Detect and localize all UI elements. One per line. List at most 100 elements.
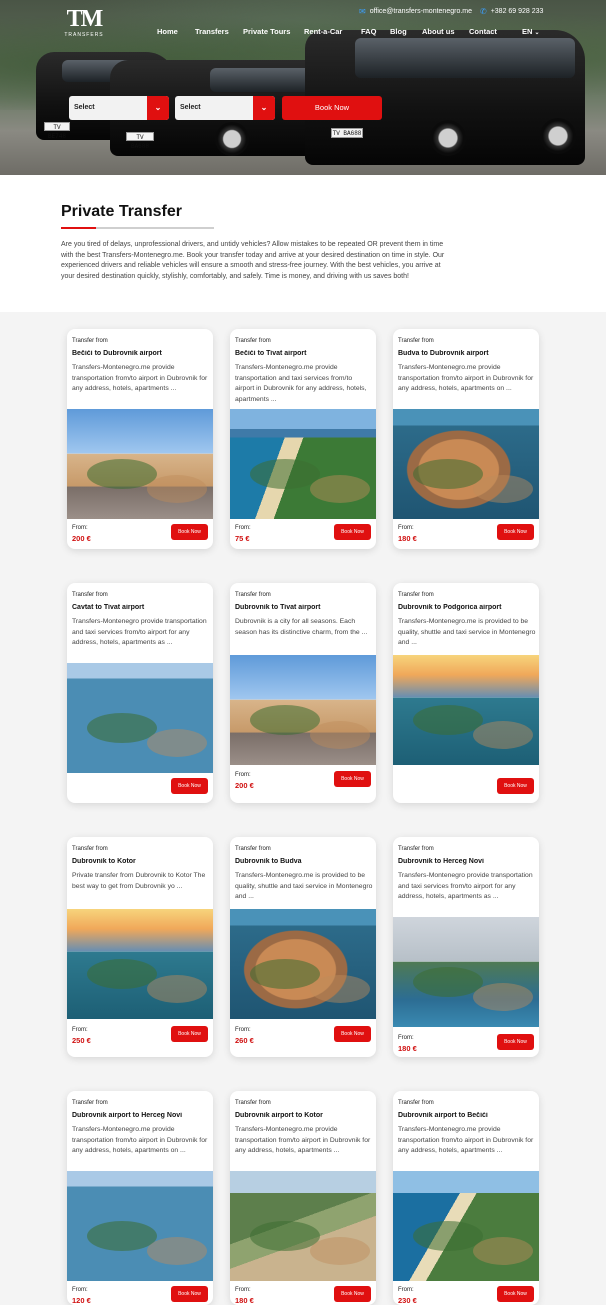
card-title: Dubrovnik to Budva bbox=[235, 858, 302, 865]
contact-phone[interactable]: ✆ +382 69 928 233 bbox=[480, 7, 543, 16]
nav-blog[interactable]: Blog bbox=[390, 27, 407, 36]
card-image bbox=[230, 909, 376, 1019]
transfer-card[interactable]: Transfer from Dubrovnik to Herceg Novi Tra… bbox=[393, 837, 539, 1057]
price-from-label: From: bbox=[398, 525, 414, 531]
card-kicker: Transfer from bbox=[235, 592, 271, 598]
card-title: Dubrovnik airport to Kotor bbox=[235, 1112, 323, 1119]
card-book-now-button[interactable]: Book Now bbox=[171, 1026, 208, 1042]
card-kicker: Transfer from bbox=[72, 592, 108, 598]
envelope-icon: ✉ bbox=[359, 7, 366, 16]
contact-phone-text: +382 69 928 233 bbox=[490, 8, 544, 15]
price-from-label: From: bbox=[235, 1027, 251, 1033]
card-description: Transfers-Montenegro.me is provided to b… bbox=[235, 872, 373, 900]
card-price: 260 € bbox=[235, 1036, 254, 1045]
card-image bbox=[230, 409, 376, 519]
card-kicker: Transfer from bbox=[235, 338, 271, 344]
card-title: Cavtat to Tivat airport bbox=[72, 604, 145, 611]
card-price: 180 € bbox=[398, 534, 417, 543]
card-image bbox=[67, 1171, 213, 1281]
card-title: Dubrovnik to Podgorica airport bbox=[398, 604, 502, 611]
card-price: 120 € bbox=[72, 1296, 91, 1305]
card-kicker: Transfer from bbox=[398, 338, 434, 344]
card-description: Dubrovnik is a city for all seasons. Eac… bbox=[235, 618, 368, 636]
card-description: Transfers-Montenegro provide transportat… bbox=[72, 618, 207, 646]
card-description: Transfers-Montenegro.me provide transpor… bbox=[398, 364, 534, 392]
transfer-card[interactable]: Transfer from Dubrovnik to Tivat airport D… bbox=[230, 583, 376, 803]
transfer-card[interactable]: Transfer from Bečići to Tivat airport Tra… bbox=[230, 329, 376, 549]
card-price: 200 € bbox=[235, 781, 254, 790]
card-book-now-button[interactable]: Book Now bbox=[171, 778, 208, 794]
card-image bbox=[393, 917, 539, 1027]
chevron-down-icon: ⌄ bbox=[147, 96, 169, 120]
card-kicker: Transfer from bbox=[72, 1100, 108, 1106]
chevron-down-icon: ⌄ bbox=[534, 30, 540, 36]
card-title: Dubrovnik to Herceg Novi bbox=[398, 858, 484, 865]
card-image bbox=[393, 409, 539, 519]
card-title: Bečići to Dubrovnik airport bbox=[72, 350, 162, 357]
transfer-card[interactable]: Transfer from Dubrovnik airport to Herceg… bbox=[67, 1091, 213, 1305]
card-title: Dubrovnik to Tivat airport bbox=[235, 604, 321, 611]
language-code: EN bbox=[522, 27, 533, 36]
nav-rent-a-car[interactable]: Rent-a-Car bbox=[304, 27, 342, 36]
card-book-now-button[interactable]: Book Now bbox=[171, 1286, 208, 1302]
card-title: Budva to Dubrovnik airport bbox=[398, 350, 489, 357]
transfer-card[interactable]: Transfer from Dubrovnik to Budva Transfer… bbox=[230, 837, 376, 1057]
card-description: Transfers-Montenegro.me is provided to b… bbox=[398, 618, 536, 646]
card-book-now-button[interactable]: Book Now bbox=[497, 1286, 534, 1302]
card-image bbox=[67, 409, 213, 519]
transfer-card[interactable]: Transfer from Dubrovnik to Podgorica airp… bbox=[393, 583, 539, 803]
card-book-now-button[interactable]: Book Now bbox=[334, 1286, 371, 1302]
pickup-select[interactable]: Select ⌄ bbox=[69, 96, 169, 120]
card-image bbox=[67, 663, 213, 773]
transfer-card[interactable]: Transfer from Dubrovnik airport to Kotor … bbox=[230, 1091, 376, 1305]
intro-text: Are you tired of delays, unprofessional … bbox=[61, 241, 445, 280]
book-now-button[interactable]: Book Now bbox=[282, 96, 382, 120]
title-underline bbox=[61, 227, 214, 229]
contact-email[interactable]: ✉ office@transfers-montenegro.me bbox=[359, 7, 472, 16]
dropoff-select-value: Select bbox=[180, 104, 201, 111]
card-book-now-button[interactable]: Book Now bbox=[497, 1034, 534, 1050]
card-book-now-button[interactable]: Book Now bbox=[334, 1026, 371, 1042]
transfer-card[interactable]: Transfer from Cavtat to Tivat airport Tran… bbox=[67, 583, 213, 803]
card-kicker: Transfer from bbox=[235, 846, 271, 852]
card-image bbox=[393, 1171, 539, 1281]
dropoff-select[interactable]: Select ⌄ bbox=[175, 96, 275, 120]
card-kicker: Transfer from bbox=[398, 592, 434, 598]
card-image bbox=[230, 655, 376, 765]
pickup-select-value: Select bbox=[74, 104, 95, 111]
transfer-card[interactable]: Transfer from Bečići to Dubrovnik airport… bbox=[67, 329, 213, 549]
card-price: 200 € bbox=[72, 534, 91, 543]
card-book-now-button[interactable]: Book Now bbox=[171, 524, 208, 540]
card-image bbox=[67, 909, 213, 1019]
card-book-now-button[interactable]: Book Now bbox=[334, 771, 371, 787]
card-price: 75 € bbox=[235, 534, 250, 543]
price-from-label: From: bbox=[72, 1287, 88, 1293]
card-book-now-button[interactable]: Book Now bbox=[497, 778, 534, 794]
card-kicker: Transfer from bbox=[72, 338, 108, 344]
card-book-now-button[interactable]: Book Now bbox=[334, 524, 371, 540]
transfer-card[interactable]: Transfer from Dubrovnik to Kotor Private t… bbox=[67, 837, 213, 1057]
nav-about-us[interactable]: About us bbox=[422, 27, 455, 36]
transfer-card[interactable]: Transfer from Dubrovnik airport to Bečići… bbox=[393, 1091, 539, 1305]
card-book-now-button[interactable]: Book Now bbox=[497, 524, 534, 540]
chevron-down-icon: ⌄ bbox=[253, 96, 275, 120]
price-from-label: From: bbox=[235, 525, 251, 531]
card-description: Transfers-Montenegro provide transportat… bbox=[398, 872, 533, 900]
card-kicker: Transfer from bbox=[235, 1100, 271, 1106]
nav-private-tours[interactable]: Private Tours bbox=[243, 27, 290, 36]
nav-contact[interactable]: Contact bbox=[469, 27, 497, 36]
price-from-label: From: bbox=[72, 525, 88, 531]
nav-transfers[interactable]: Transfers bbox=[195, 27, 229, 36]
site-logo[interactable]: TM TRANSFERS bbox=[64, 6, 104, 42]
nav-home[interactable]: Home bbox=[157, 27, 178, 36]
transfer-card[interactable]: Transfer from Budva to Dubrovnik airport T… bbox=[393, 329, 539, 549]
card-price: 230 € bbox=[398, 1296, 417, 1305]
price-from-label: From: bbox=[72, 1027, 88, 1033]
card-kicker: Transfer from bbox=[398, 846, 434, 852]
phone-icon: ✆ bbox=[480, 7, 487, 16]
intro-section: Private Transfer Are you tired of delays… bbox=[0, 175, 606, 312]
language-selector[interactable]: EN ⌄ bbox=[522, 27, 540, 36]
price-from-label: From: bbox=[235, 1287, 251, 1293]
nav-faq[interactable]: FAQ bbox=[361, 27, 376, 36]
card-price: 250 € bbox=[72, 1036, 91, 1045]
